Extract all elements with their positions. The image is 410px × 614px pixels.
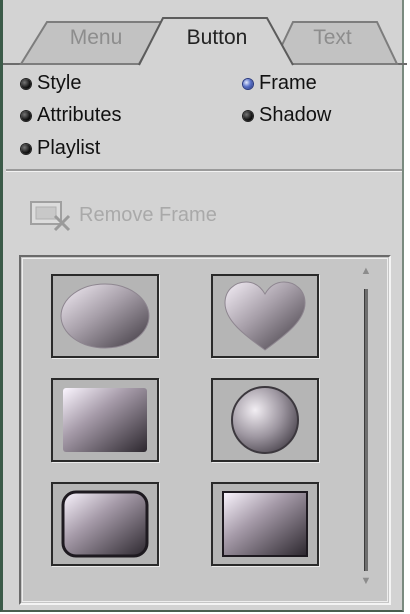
remove-frame-icon bbox=[30, 201, 71, 232]
attributes-radio[interactable]: Attributes bbox=[21, 104, 121, 127]
attributes-label: Attributes bbox=[37, 104, 122, 126]
soft-rectangle-frame-icon bbox=[63, 388, 147, 452]
frame-thumb-circle[interactable] bbox=[211, 378, 319, 462]
radio-dot-icon bbox=[21, 143, 31, 154]
radio-dot-icon bbox=[21, 110, 31, 121]
tab-button[interactable]: Button bbox=[157, 26, 277, 50]
frame-label: Frame bbox=[259, 72, 317, 94]
radio-dot-icon bbox=[21, 78, 31, 89]
tab-bar: Menu Button Text bbox=[3, 0, 407, 66]
gallery-scrollbar[interactable]: ▲ ▼ bbox=[357, 265, 375, 590]
radio-dot-icon bbox=[243, 110, 253, 121]
heart-frame-icon bbox=[224, 281, 306, 351]
rectangle-frame-icon bbox=[222, 491, 308, 557]
shadow-radio[interactable]: Shadow bbox=[243, 104, 331, 127]
divider bbox=[6, 169, 402, 172]
frame-thumb-rectangle[interactable] bbox=[211, 482, 319, 566]
radio-selected-icon bbox=[243, 78, 253, 89]
frame-thumb-heart[interactable] bbox=[211, 274, 319, 358]
tab-menu[interactable]: Menu bbox=[41, 26, 151, 50]
frame-thumb-soft-rectangle[interactable] bbox=[51, 378, 159, 462]
rounded-rectangle-frame-icon bbox=[61, 490, 149, 558]
playlist-radio[interactable]: Playlist bbox=[21, 137, 100, 160]
style-label: Style bbox=[37, 72, 82, 94]
style-radio[interactable]: Style bbox=[21, 72, 81, 95]
shadow-label: Shadow bbox=[259, 104, 332, 126]
remove-frame-label: Remove Frame bbox=[79, 203, 217, 226]
scroll-up-icon[interactable]: ▲ bbox=[360, 265, 372, 277]
frame-radio[interactable]: Frame bbox=[243, 72, 317, 95]
frame-thumb-ellipse[interactable] bbox=[51, 274, 159, 358]
ellipse-frame-icon bbox=[60, 283, 150, 349]
circle-frame-icon bbox=[231, 386, 299, 454]
remove-frame-button[interactable]: Remove Frame bbox=[29, 198, 217, 232]
frame-panel: Menu Button Text Style Attributes Playli… bbox=[0, 0, 407, 612]
playlist-label: Playlist bbox=[37, 137, 101, 159]
scroll-track[interactable] bbox=[364, 289, 368, 571]
scroll-down-icon[interactable]: ▼ bbox=[360, 575, 372, 587]
tab-text[interactable]: Text bbox=[275, 26, 390, 50]
frame-thumb-rounded-rectangle[interactable] bbox=[51, 482, 159, 566]
